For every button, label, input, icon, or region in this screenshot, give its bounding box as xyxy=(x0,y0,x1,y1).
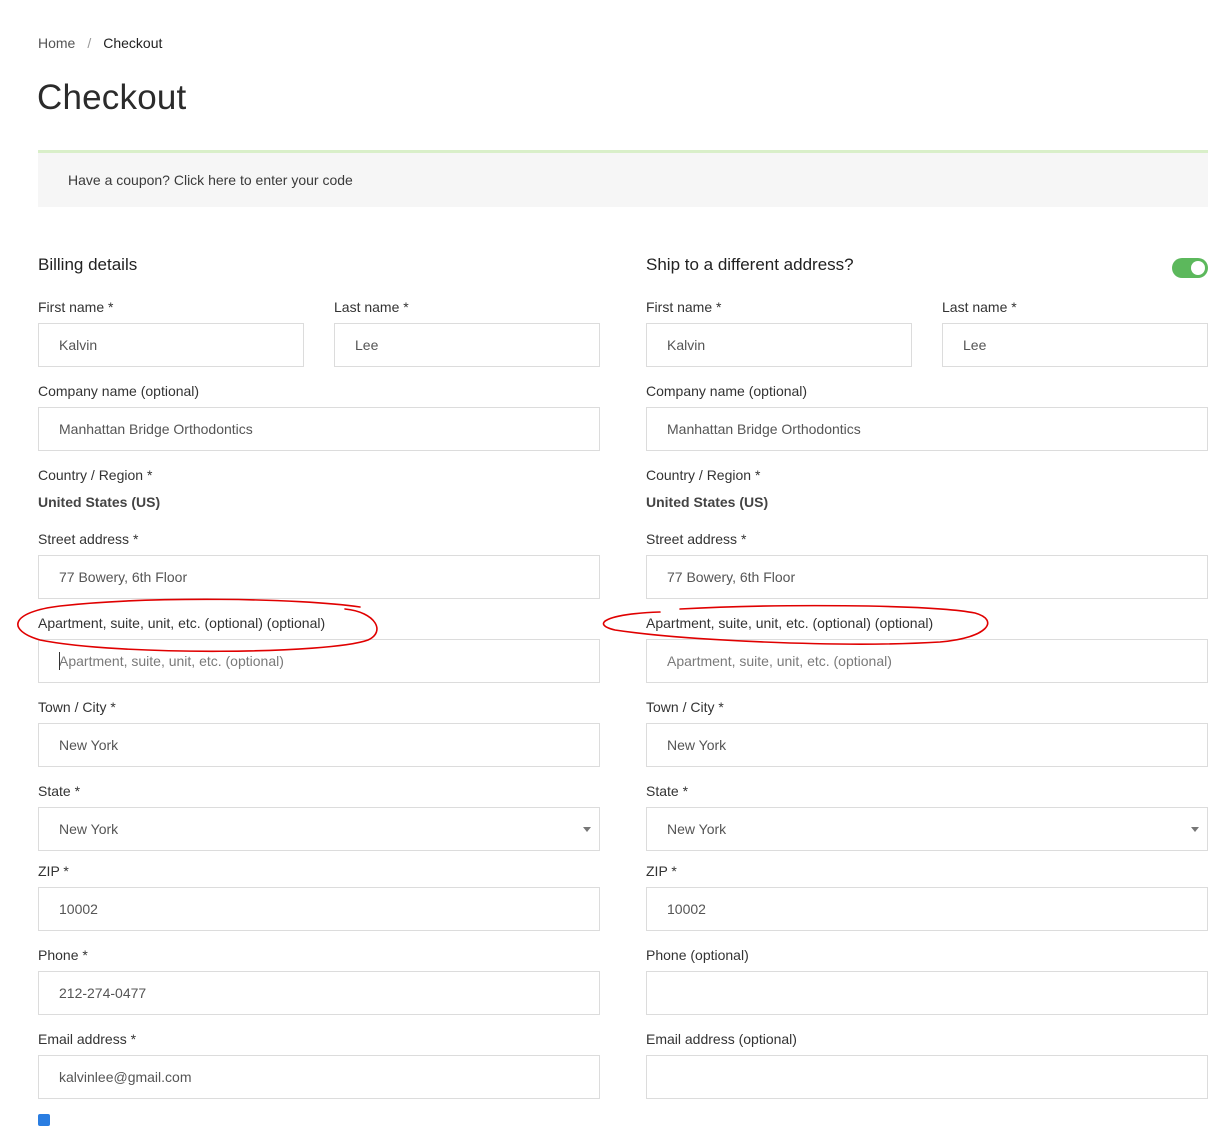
shipping-phone-label: Phone (optional) xyxy=(646,947,749,963)
shipping-zip-input[interactable]: 10002 xyxy=(646,887,1208,931)
billing-street-label: Street address * xyxy=(38,531,139,547)
billing-company-input[interactable]: Manhattan Bridge Orthodontics xyxy=(38,407,600,451)
breadcrumb-current: Checkout xyxy=(103,35,163,51)
breadcrumb-home-link[interactable]: Home xyxy=(38,35,75,51)
shipping-apartment-input[interactable]: Apartment, suite, unit, etc. (optional) xyxy=(646,639,1208,683)
shipping-title: Ship to a different address? xyxy=(646,255,854,274)
billing-email-input[interactable]: kalvinlee@gmail.com xyxy=(38,1055,600,1099)
shipping-email-label: Email address (optional) xyxy=(646,1031,797,1047)
billing-state-value: New York xyxy=(59,821,119,837)
shipping-phone-input[interactable] xyxy=(646,971,1208,1015)
shipping-last-name-label: Last name * xyxy=(942,299,1017,315)
billing-phone-input[interactable]: 212-274-0477 xyxy=(38,971,600,1015)
billing-apartment-placeholder: Apartment, suite, unit, etc. (optional) xyxy=(59,653,284,669)
page-title: Checkout xyxy=(37,78,187,117)
shipping-company-label: Company name (optional) xyxy=(646,383,808,399)
shipping-country-value: United States (US) xyxy=(646,494,769,510)
text-cursor xyxy=(59,652,60,670)
billing-country-label: Country / Region * xyxy=(38,467,153,483)
billing-phone-label: Phone * xyxy=(38,947,88,963)
billing-country-value: United States (US) xyxy=(38,494,161,510)
breadcrumb: Home / Checkout xyxy=(38,35,162,51)
coupon-notice-link[interactable]: Have a coupon? Click here to enter your … xyxy=(68,172,353,188)
billing-email-label: Email address * xyxy=(38,1031,137,1047)
billing-apartment-label: Apartment, suite, unit, etc. (optional) … xyxy=(38,615,326,631)
billing-last-name-input[interactable]: Lee xyxy=(334,323,600,367)
shipping-city-input[interactable]: New York xyxy=(646,723,1208,767)
billing-city-input[interactable]: New York xyxy=(38,723,600,767)
breadcrumb-separator: / xyxy=(87,35,92,51)
shipping-state-select[interactable]: New York xyxy=(646,807,1208,851)
checkbox[interactable] xyxy=(38,1114,50,1126)
shipping-city-label: Town / City * xyxy=(646,699,724,715)
billing-first-name-label: First name * xyxy=(38,299,114,315)
ship-to-different-address-toggle[interactable] xyxy=(1172,258,1208,278)
shipping-apartment-label: Apartment, suite, unit, etc. (optional) … xyxy=(646,615,934,631)
chevron-down-icon xyxy=(583,827,591,832)
billing-zip-input[interactable]: 10002 xyxy=(38,887,600,931)
shipping-company-input[interactable]: Manhattan Bridge Orthodontics xyxy=(646,407,1208,451)
toggle-knob xyxy=(1191,261,1205,275)
shipping-state-value: New York xyxy=(667,821,727,837)
shipping-state-label: State * xyxy=(646,783,689,799)
billing-last-name-label: Last name * xyxy=(334,299,409,315)
shipping-first-name-input[interactable]: Kalvin xyxy=(646,323,912,367)
billing-city-label: Town / City * xyxy=(38,699,116,715)
billing-zip-label: ZIP * xyxy=(38,863,69,879)
shipping-email-input[interactable] xyxy=(646,1055,1208,1099)
billing-street-input[interactable]: 77 Bowery, 6th Floor xyxy=(38,555,600,599)
shipping-zip-label: ZIP * xyxy=(646,863,677,879)
billing-details-title: Billing details xyxy=(38,255,138,274)
shipping-street-input[interactable]: 77 Bowery, 6th Floor xyxy=(646,555,1208,599)
shipping-street-label: Street address * xyxy=(646,531,747,547)
billing-company-label: Company name (optional) xyxy=(38,383,200,399)
billing-apartment-input[interactable]: Apartment, suite, unit, etc. (optional) xyxy=(38,639,600,683)
billing-state-select[interactable]: New York xyxy=(38,807,600,851)
billing-first-name-input[interactable]: Kalvin xyxy=(38,323,304,367)
shipping-country-label: Country / Region * xyxy=(646,467,761,483)
shipping-last-name-input[interactable]: Lee xyxy=(942,323,1208,367)
billing-state-label: State * xyxy=(38,783,81,799)
coupon-notice[interactable]: Have a coupon? Click here to enter your … xyxy=(38,150,1208,207)
chevron-down-icon xyxy=(1191,827,1199,832)
shipping-first-name-label: First name * xyxy=(646,299,722,315)
